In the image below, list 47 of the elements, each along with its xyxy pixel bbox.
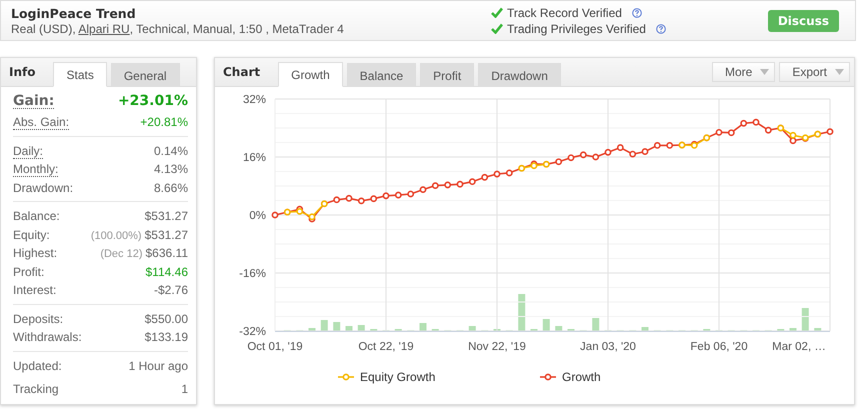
stat-value: 1 Hour ago xyxy=(128,358,188,374)
stat-value: $114.46 xyxy=(146,264,188,280)
x-axis-label: Jan 03, '20 xyxy=(580,341,636,353)
panel-title: Chart xyxy=(223,65,260,79)
account-details: Real (USD), Alpari RU, Technical, Manual, 1:50 , MetaTrader 4 xyxy=(11,22,345,36)
stat-label: Gain: xyxy=(13,94,54,109)
stat-label: Drawdown: xyxy=(13,180,74,196)
stat-label: Balance: xyxy=(13,208,60,225)
stat-value: $133.19 xyxy=(144,329,188,346)
stat-value: +20.81% xyxy=(140,114,188,131)
stat-label: Abs. Gain: xyxy=(13,115,70,130)
x-axis-label: Oct 01, '19 xyxy=(247,341,303,353)
stat-label: Highest: xyxy=(13,245,58,262)
stat-value: 4.13% xyxy=(154,161,188,178)
panel-title: Info xyxy=(9,65,36,79)
stat-value: $636.11 xyxy=(146,245,188,262)
x-axis-label: Mar 02, … xyxy=(772,341,826,353)
stat-value: $531.27 xyxy=(144,226,188,244)
x-axis-label: Oct 22, '19 xyxy=(358,341,414,353)
stat-value: 0.14% xyxy=(154,142,188,160)
stat-label: Daily: xyxy=(13,144,44,158)
stat-note: (100.00%) xyxy=(90,228,142,244)
verification-label: Track Record Verified xyxy=(507,6,622,20)
stat-value: +23.01% xyxy=(118,92,188,110)
stat-label: Deposits: xyxy=(13,310,64,328)
y-axis-label: -16% xyxy=(239,268,266,280)
stat-label: Interest: xyxy=(13,282,56,299)
stat-label: Tracking xyxy=(13,381,59,398)
stat-label: Profit: xyxy=(13,264,44,280)
y-axis-label: 0% xyxy=(249,210,266,222)
x-axis-label: Feb 06, '20 xyxy=(690,341,748,353)
x-axis-label: Nov 22, '19 xyxy=(468,341,526,353)
y-axis-label: -32% xyxy=(239,326,266,338)
strategy-title: LoginPeace Trend xyxy=(11,6,137,20)
verification-label: Trading Privileges Verified xyxy=(507,22,646,36)
stat-value: $550.00 xyxy=(144,310,188,328)
stat-label: Updated: xyxy=(13,358,62,374)
stat-value: 1 xyxy=(181,381,188,398)
stat-label: Withdrawals: xyxy=(13,329,82,346)
stat-value: $531.27 xyxy=(144,208,188,225)
y-axis-label: 32% xyxy=(242,94,266,106)
stat-label: Monthly: xyxy=(13,162,58,177)
stat-label: Equity: xyxy=(13,226,50,244)
y-axis-label: 16% xyxy=(242,152,266,164)
stat-note: (Dec 12) xyxy=(100,247,142,262)
stat-value: -$2.76 xyxy=(154,282,188,299)
stat-value: 8.66% xyxy=(154,180,188,196)
